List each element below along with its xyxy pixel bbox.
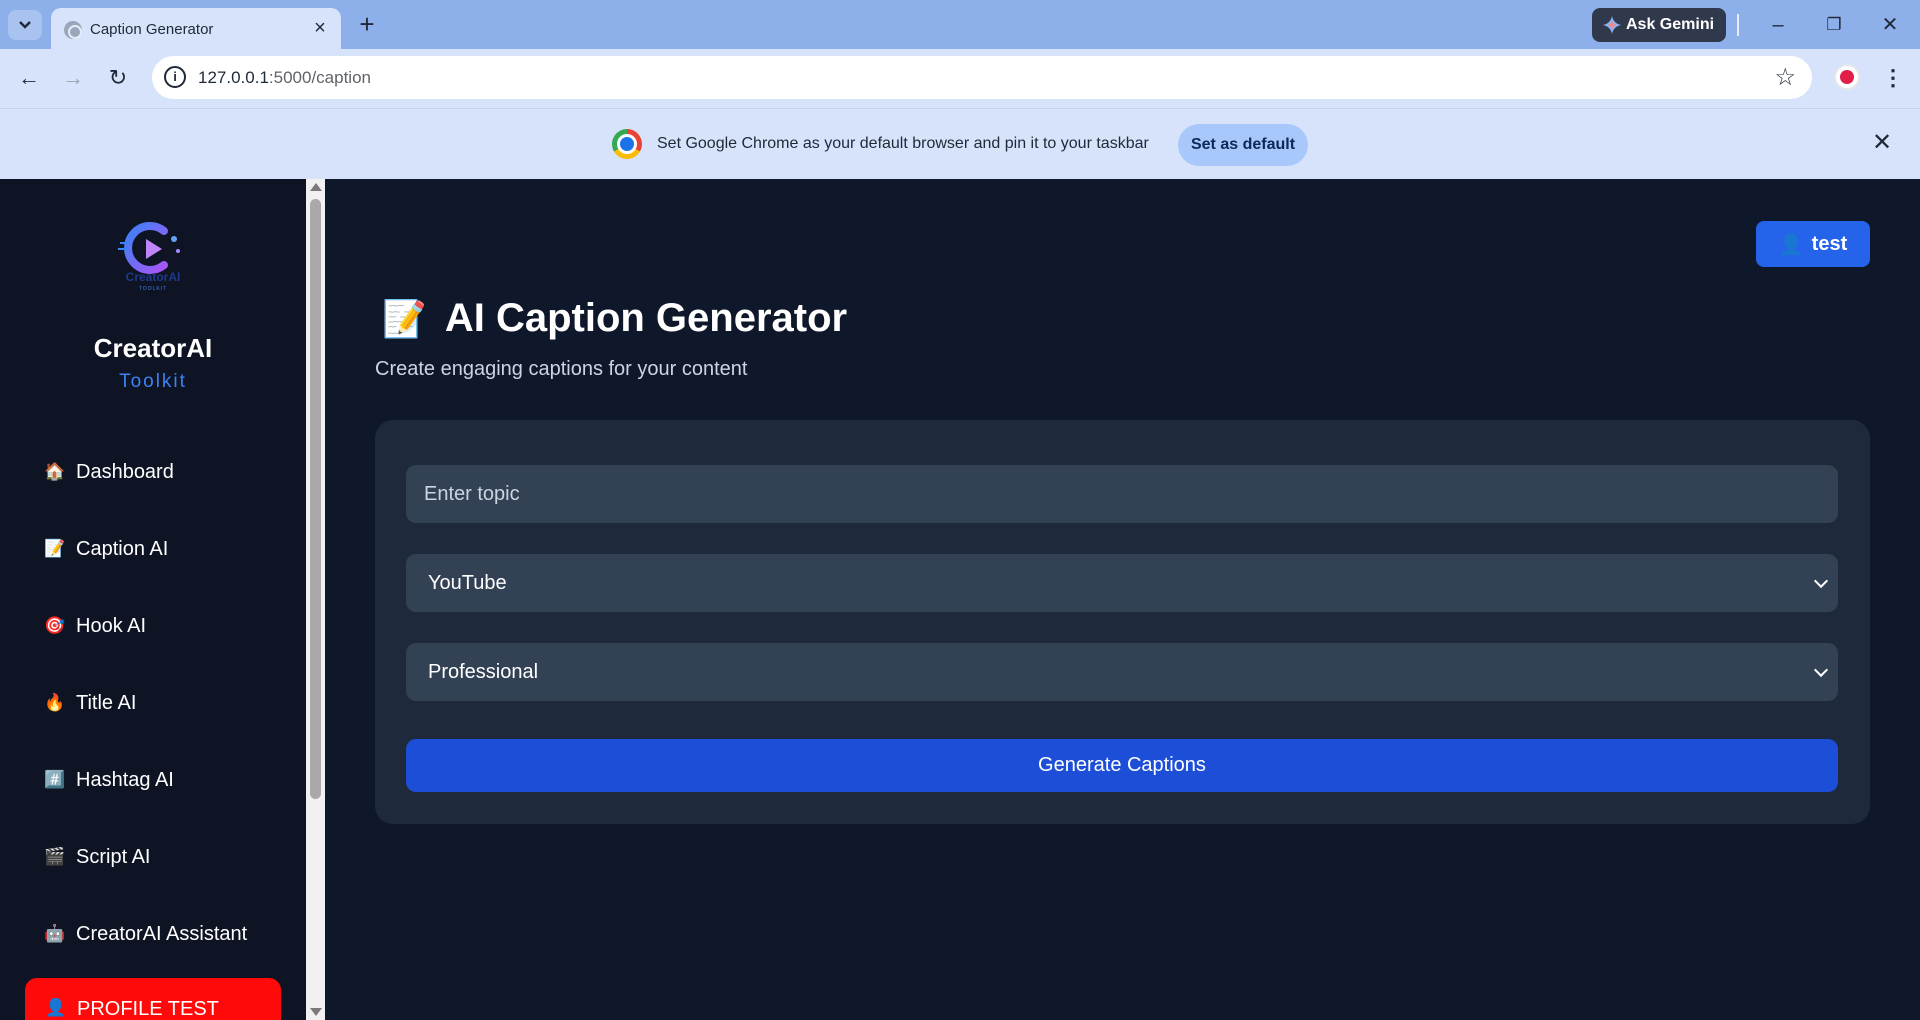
- browser-tab-strip: Caption Generator × + Ask Gemini – ❐ ✕: [0, 0, 1920, 49]
- restore-button[interactable]: ❐: [1814, 10, 1854, 40]
- forward-button[interactable]: →: [56, 61, 90, 95]
- robot-icon: 🤖: [44, 924, 66, 943]
- caption-form-card: Enter topic YouTube Professional Generat…: [375, 420, 1870, 824]
- sidebar-scrollbar[interactable]: [306, 179, 325, 1020]
- extension-dot: [1840, 70, 1854, 84]
- clapper-icon: 🎬: [44, 847, 66, 866]
- chevron-down-icon: [1813, 662, 1829, 678]
- sidebar-item-label: Title AI: [76, 691, 137, 714]
- tab-search-button[interactable]: [8, 10, 42, 40]
- sidebar-item-label: Hashtag AI: [76, 768, 174, 791]
- ask-gemini-button[interactable]: Ask Gemini: [1592, 8, 1726, 42]
- sidebar-item-script-ai[interactable]: 🎬 Script AI: [44, 837, 294, 877]
- toolbar-separator: [1737, 14, 1739, 36]
- infobar-close-icon[interactable]: ✕: [1868, 129, 1896, 157]
- platform-select[interactable]: YouTube: [406, 554, 1838, 612]
- bookmark-star-icon[interactable]: ☆: [1774, 63, 1796, 92]
- sidebar-item-caption-ai[interactable]: 📝 Caption AI: [44, 529, 294, 569]
- chrome-logo-icon: [612, 129, 642, 159]
- sidebar-item-label: Caption AI: [76, 537, 169, 560]
- profile-button-label: PROFILE TEST: [77, 998, 219, 1020]
- scrollbar-thumb[interactable]: [310, 199, 321, 799]
- memo-icon: 📝: [382, 297, 427, 339]
- user-icon: 👤: [1778, 233, 1804, 256]
- brand-subtitle: Toolkit: [119, 371, 187, 392]
- page-title-text: AI Caption Generator: [444, 296, 848, 340]
- url-host: 127.0.0.1: [198, 68, 269, 87]
- sidebar-item-hashtag-ai[interactable]: #️⃣ Hashtag AI: [44, 760, 294, 800]
- browser-toolbar: ← → ↻ i 127.0.0.1:5000/caption ☆: [0, 49, 1920, 108]
- user-icon: 👤: [45, 998, 67, 1017]
- page-subtitle: Create engaging captions for your conten…: [375, 358, 748, 380]
- sidebar-item-label: CreatorAI Assistant: [76, 922, 248, 945]
- logo-subtext: TOOLKIT: [139, 286, 167, 292]
- close-tab-icon[interactable]: ×: [309, 17, 331, 39]
- creatorai-logo: CreatorAI TOOLKIT: [118, 222, 181, 292]
- ask-gemini-label: Ask Gemini: [1626, 16, 1715, 33]
- page-title: 📝 AI Caption Generator: [382, 296, 847, 341]
- scroll-up-arrow-icon[interactable]: [310, 183, 322, 191]
- set-as-default-button[interactable]: Set as default: [1178, 124, 1308, 166]
- globe-icon: [64, 21, 82, 39]
- scroll-down-arrow-icon[interactable]: [310, 1008, 322, 1016]
- chevron-down-icon: [19, 21, 31, 29]
- memo-icon: 📝: [44, 539, 66, 558]
- address-bar[interactable]: i 127.0.0.1:5000/caption ☆: [152, 56, 1812, 99]
- sidebar-item-assistant[interactable]: 🤖 CreatorAI Assistant: [44, 914, 294, 954]
- logo-text: CreatorAI: [126, 270, 181, 284]
- sidebar-item-dashboard[interactable]: 🏠 Dashboard: [44, 452, 294, 492]
- tab-title: Caption Generator: [90, 21, 214, 38]
- tone-select[interactable]: Professional: [406, 643, 1838, 701]
- url-path: :5000/caption: [268, 68, 371, 87]
- back-button[interactable]: ←: [12, 61, 46, 95]
- sidebar-item-label: Dashboard: [76, 460, 174, 483]
- user-label: test: [1811, 232, 1848, 255]
- tone-select-value: Professional: [428, 660, 539, 683]
- brand-name: CreatorAI: [93, 333, 213, 363]
- reload-button[interactable]: ↻: [101, 61, 135, 95]
- target-icon: 🎯: [44, 616, 66, 635]
- site-info-icon[interactable]: i: [164, 66, 186, 88]
- platform-select-value: YouTube: [428, 571, 507, 594]
- fire-icon: 🔥: [44, 693, 66, 712]
- browser-menu-icon[interactable]: ⋮: [1882, 64, 1904, 92]
- sidebar: CreatorAI TOOLKIT CreatorAI Toolkit 🏠 Da…: [0, 179, 306, 1020]
- profile-test-button[interactable]: 👤 PROFILE TEST: [25, 978, 281, 1020]
- topic-input[interactable]: Enter topic: [406, 465, 1838, 523]
- minimize-button[interactable]: –: [1758, 10, 1798, 40]
- gemini-star-icon: [1603, 16, 1621, 34]
- infobar-message: Set Google Chrome as your default browse…: [657, 135, 1149, 152]
- browser-tab[interactable]: Caption Generator ×: [51, 8, 341, 49]
- chevron-down-icon: [1813, 573, 1829, 589]
- url-text[interactable]: 127.0.0.1:5000/caption: [198, 68, 371, 88]
- new-tab-button[interactable]: +: [352, 9, 382, 39]
- house-icon: 🏠: [44, 462, 66, 481]
- default-browser-infobar: Set Google Chrome as your default browse…: [0, 108, 1920, 179]
- user-account-button[interactable]: 👤 test: [1756, 221, 1870, 267]
- sidebar-item-hook-ai[interactable]: 🎯 Hook AI: [44, 606, 294, 646]
- close-window-button[interactable]: ✕: [1870, 10, 1910, 40]
- sidebar-item-title-ai[interactable]: 🔥 Title AI: [44, 683, 294, 723]
- hashtag-icon: #️⃣: [44, 770, 66, 789]
- extension-icon[interactable]: [1834, 64, 1860, 90]
- generate-captions-button[interactable]: Generate Captions: [406, 739, 1838, 792]
- sidebar-item-label: Script AI: [76, 845, 151, 868]
- sidebar-item-label: Hook AI: [76, 614, 147, 637]
